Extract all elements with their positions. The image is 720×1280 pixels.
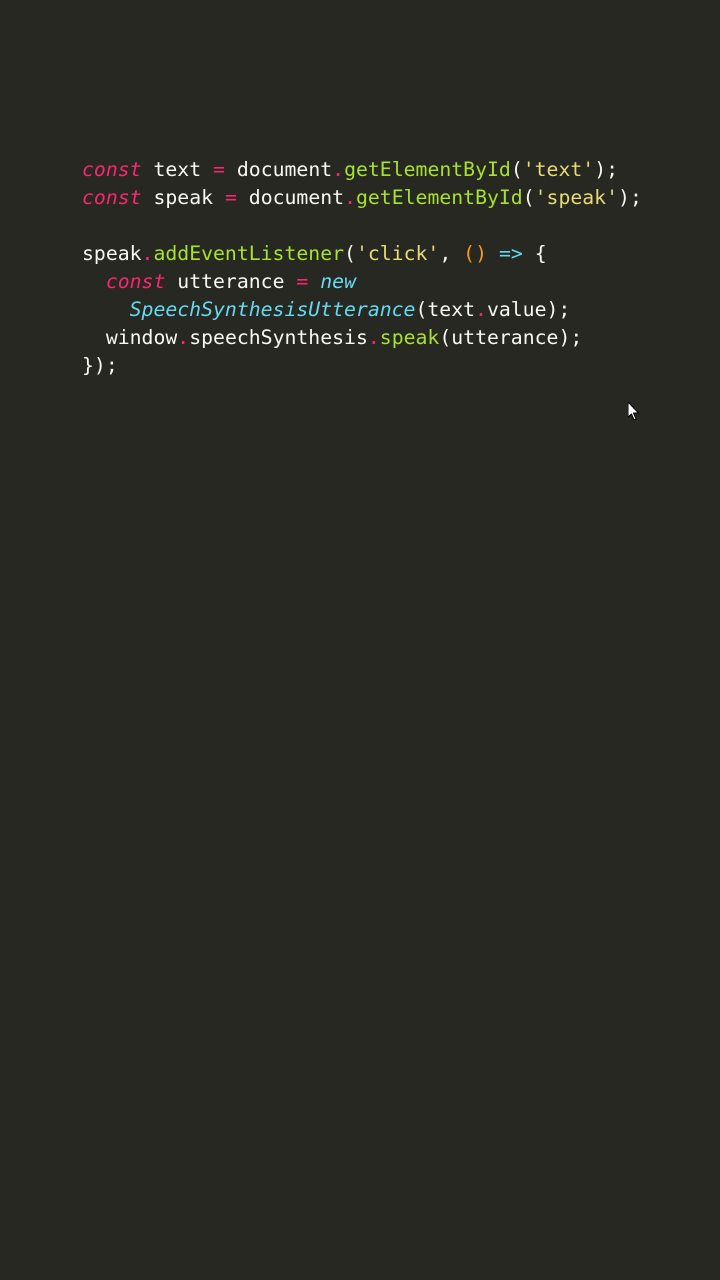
code-token[interactable]: ( (523, 186, 535, 209)
code-token[interactable]: = (225, 186, 237, 209)
code-token[interactable]: 'speak' (535, 186, 618, 209)
code-token[interactable]: ; (570, 326, 582, 349)
code-token[interactable]: new (320, 270, 356, 293)
code-line[interactable]: window.speechSynthesis.speak(utterance); (82, 326, 582, 349)
code-token[interactable]: value (487, 298, 547, 321)
code-token[interactable]: const (106, 270, 166, 293)
code-token[interactable]: . (142, 242, 154, 265)
code-token[interactable]: . (368, 326, 380, 349)
code-token[interactable]: getElementById (356, 186, 523, 209)
code-token[interactable]: speechSynthesis (189, 326, 368, 349)
code-token[interactable]: getElementById (344, 158, 511, 181)
code-token[interactable]: ) (547, 298, 559, 321)
code-editor[interactable]: const text = document.getElementById('te… (0, 0, 720, 380)
code-token[interactable] (82, 270, 106, 293)
code-token[interactable]: ; (106, 354, 118, 377)
code-token[interactable]: ) (475, 242, 487, 265)
code-token[interactable]: const (82, 186, 142, 209)
code-token[interactable]: utterance (451, 326, 558, 349)
code-token[interactable]: ) (94, 354, 106, 377)
code-token[interactable]: utterance (177, 270, 284, 293)
code-token[interactable]: window (106, 326, 177, 349)
code-line[interactable]: const speak = document.getElementById('s… (82, 186, 642, 209)
code-token[interactable]: , (439, 242, 451, 265)
code-token[interactable]: ; (606, 158, 618, 181)
code-token[interactable] (213, 186, 225, 209)
code-token[interactable]: addEventListener (153, 242, 344, 265)
code-token[interactable]: 'text' (523, 158, 594, 181)
code-token[interactable]: ) (618, 186, 630, 209)
code-token[interactable] (82, 326, 106, 349)
code-token[interactable]: ; (558, 298, 570, 321)
code-token[interactable] (142, 158, 154, 181)
code-token[interactable]: . (344, 186, 356, 209)
code-token[interactable] (308, 270, 320, 293)
code-token[interactable] (201, 158, 213, 181)
code-token[interactable]: ; (630, 186, 642, 209)
code-line[interactable]: SpeechSynthesisUtterance(text.value); (82, 298, 570, 321)
code-token[interactable] (142, 186, 154, 209)
code-token[interactable]: text (153, 158, 201, 181)
code-token[interactable] (82, 298, 130, 321)
code-token[interactable]: ) (594, 158, 606, 181)
code-token[interactable]: const (82, 158, 142, 181)
code-token[interactable]: ( (344, 242, 356, 265)
code-token[interactable]: => (499, 242, 523, 265)
code-token[interactable]: ) (558, 326, 570, 349)
code-token[interactable]: { (535, 242, 547, 265)
code-token[interactable]: . (475, 298, 487, 321)
code-token[interactable]: . (177, 326, 189, 349)
code-token[interactable] (237, 186, 249, 209)
code-token[interactable] (165, 270, 177, 293)
code-token[interactable]: . (332, 158, 344, 181)
mouse-cursor-icon (628, 402, 640, 421)
code-token[interactable]: speak (82, 242, 142, 265)
code-token[interactable]: document (237, 158, 332, 181)
code-token[interactable]: speak (380, 326, 440, 349)
code-token[interactable] (451, 242, 463, 265)
code-token[interactable]: speak (153, 186, 213, 209)
code-token[interactable]: = (296, 270, 308, 293)
code-line[interactable]: speak.addEventListener('click', () => { (82, 242, 547, 265)
code-token[interactable]: = (213, 158, 225, 181)
code-token[interactable]: ( (415, 298, 427, 321)
code-token[interactable] (225, 158, 237, 181)
code-token[interactable] (284, 270, 296, 293)
code-line[interactable]: }); (82, 354, 118, 377)
code-token[interactable]: SpeechSynthesisUtterance (130, 298, 416, 321)
code-token[interactable]: ( (511, 158, 523, 181)
code-token[interactable] (523, 242, 535, 265)
code-token[interactable]: ( (463, 242, 475, 265)
code-token[interactable]: document (249, 186, 344, 209)
code-token[interactable]: } (82, 354, 94, 377)
code-token[interactable]: text (427, 298, 475, 321)
code-line[interactable]: const text = document.getElementById('te… (82, 158, 618, 181)
code-line[interactable]: const utterance = new (82, 270, 356, 293)
code-token[interactable] (487, 242, 499, 265)
code-token[interactable]: ( (439, 326, 451, 349)
code-token[interactable]: 'click' (356, 242, 439, 265)
